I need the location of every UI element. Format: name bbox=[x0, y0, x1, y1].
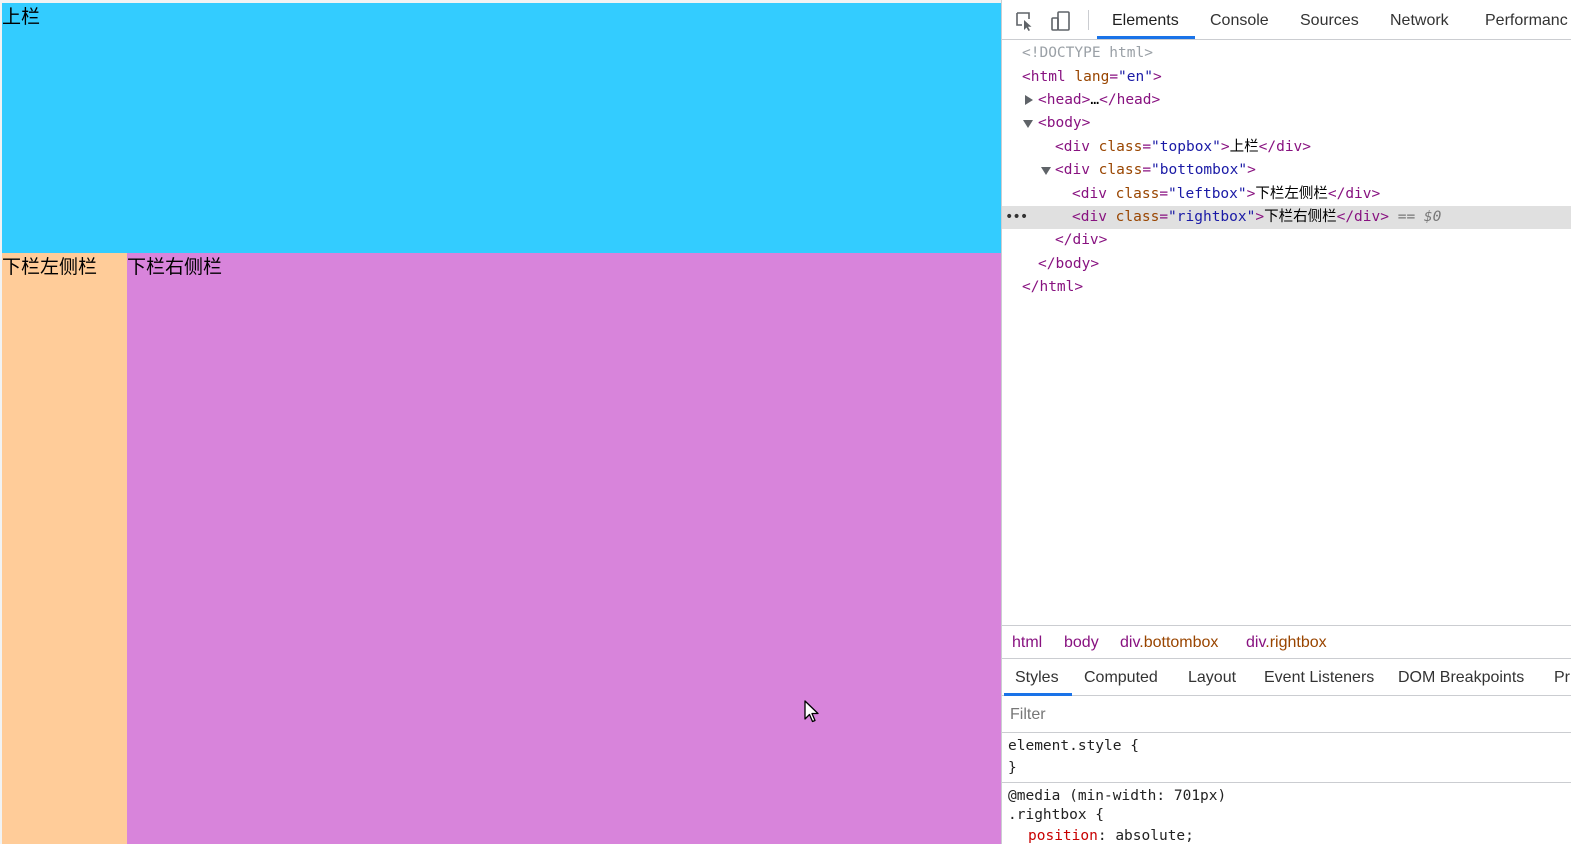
breadcrumb-tag: html bbox=[1012, 634, 1043, 651]
topbox-gt: > bbox=[1220, 139, 1230, 155]
styles-pane: element.style { } @media (min-width: 701… bbox=[1002, 734, 1571, 844]
topbox: 上栏 bbox=[2, 3, 1001, 253]
more-options-icon[interactable]: ••• bbox=[1005, 206, 1028, 229]
tab-properties[interactable]: Pr bbox=[1554, 660, 1570, 696]
leftbox-text: 下栏左侧栏 bbox=[2, 256, 98, 278]
collapse-triangle-icon[interactable] bbox=[1041, 167, 1051, 175]
dom-node-body[interactable]: <body> bbox=[1002, 112, 1571, 135]
leftbox-attr-name: class bbox=[1115, 186, 1160, 202]
leftbox-close-tag: </div> bbox=[1327, 186, 1381, 202]
devtools-panel: Elements Console Sources Network Perform… bbox=[1001, 0, 1571, 844]
doctype-text: <!DOCTYPE html> bbox=[1022, 45, 1153, 61]
dom-node-topbox[interactable]: <div class="topbox">上栏</div> bbox=[1002, 136, 1571, 159]
media-query: @media (min-width: 701px) bbox=[1008, 788, 1227, 804]
page-viewport: 上栏 下栏左侧栏 下栏右侧栏 bbox=[0, 0, 1001, 844]
rightbox-tag: <div bbox=[1072, 209, 1107, 225]
devtools-toolbar: Elements Console Sources Network Perform… bbox=[1002, 0, 1571, 40]
bottombox-attr-value: "bottombox" bbox=[1151, 162, 1248, 178]
tab-computed[interactable]: Computed bbox=[1084, 660, 1158, 696]
filter-input[interactable] bbox=[1010, 703, 1550, 727]
dom-node-html-close[interactable]: </html> bbox=[1002, 276, 1571, 299]
breadcrumb-class: .rightbox bbox=[1265, 634, 1327, 651]
dom-node-head[interactable]: <head>…</head> bbox=[1002, 89, 1571, 112]
tab-styles[interactable]: Styles bbox=[1015, 660, 1059, 696]
topbox-text: 上栏 bbox=[2, 6, 41, 28]
toolbar-separator bbox=[1088, 10, 1089, 30]
element-style-close: } bbox=[1008, 760, 1017, 776]
topbox-tag: <div bbox=[1055, 139, 1090, 155]
breadcrumb-html[interactable]: html bbox=[1012, 626, 1042, 660]
leftbox-attr-value: "leftbox" bbox=[1168, 186, 1247, 202]
dom-node-html[interactable]: <html lang="en"> bbox=[1002, 66, 1571, 89]
bottombox-gt: > bbox=[1247, 162, 1256, 178]
styles-tabbar: Styles Computed Layout Event Listeners D… bbox=[1002, 660, 1571, 696]
breadcrumb-tag: body bbox=[1064, 634, 1099, 651]
tab-performance[interactable]: Performanc bbox=[1485, 0, 1568, 40]
rightbox-attr-name: class bbox=[1115, 209, 1160, 225]
tab-network[interactable]: Network bbox=[1390, 0, 1449, 40]
device-toolbar-icon[interactable] bbox=[1050, 10, 1072, 32]
rightbox-attr-value: "rightbox" bbox=[1168, 209, 1256, 225]
tab-elements[interactable]: Elements bbox=[1112, 0, 1179, 40]
breadcrumb: html body div.bottombox div.rightbox bbox=[1002, 625, 1571, 659]
rightbox-close-tag: </div> bbox=[1336, 209, 1389, 225]
breadcrumb-body[interactable]: body bbox=[1064, 626, 1099, 660]
topbox-attr-value: "topbox" bbox=[1151, 139, 1221, 155]
dom-node-doctype[interactable]: <!DOCTYPE html> bbox=[1002, 42, 1571, 65]
head-open-tag: <head> bbox=[1038, 92, 1091, 108]
inspect-element-icon[interactable] bbox=[1014, 10, 1036, 32]
html-attr-value: "en" bbox=[1118, 69, 1153, 85]
html-close-tag: </html> bbox=[1022, 279, 1084, 295]
bottombox-attr-name: class bbox=[1098, 162, 1143, 178]
leftbox-tag: <div bbox=[1072, 186, 1107, 202]
rule-selector[interactable]: .rightbox { bbox=[1008, 805, 1104, 825]
tab-layout[interactable]: Layout bbox=[1188, 660, 1236, 696]
mouse-cursor-icon bbox=[804, 700, 819, 723]
head-ellipsis[interactable]: … bbox=[1090, 92, 1099, 108]
head-close-tag: </head> bbox=[1099, 92, 1161, 108]
bottombox-tag: <div bbox=[1055, 162, 1090, 178]
rule-divider bbox=[1002, 782, 1571, 783]
breadcrumb-class: .bottombox bbox=[1139, 634, 1219, 651]
dom-node-leftbox[interactable]: <div class="leftbox">下栏左侧栏</div> bbox=[1002, 183, 1571, 206]
css-property-name[interactable]: position bbox=[1028, 828, 1098, 844]
rightbox-gt: > bbox=[1255, 209, 1265, 225]
tab-sources[interactable]: Sources bbox=[1300, 0, 1359, 40]
html-tag-close: > bbox=[1152, 69, 1162, 85]
active-style-tab-indicator bbox=[1004, 693, 1072, 696]
css-declaration[interactable]: position: absolute; bbox=[1028, 826, 1194, 844]
dom-node-bottombox[interactable]: <div class="bottombox"> bbox=[1002, 159, 1571, 182]
leftbox-node-text: 下栏左侧栏 bbox=[1255, 186, 1328, 202]
leftbox: 下栏左侧栏 bbox=[2, 253, 127, 844]
dom-tree: <!DOCTYPE html> <html lang="en"> <head>…… bbox=[1002, 42, 1571, 622]
body-close-tag: </body> bbox=[1038, 256, 1100, 272]
selected-node-marker: == $0 bbox=[1397, 209, 1442, 225]
dom-node-body-close[interactable]: </body> bbox=[1002, 253, 1571, 276]
dom-node-bottombox-close[interactable]: </div> bbox=[1002, 229, 1571, 252]
topbox-close-tag: </div> bbox=[1258, 139, 1312, 155]
element-style-rule[interactable]: element.style { bbox=[1008, 736, 1139, 756]
active-tab-indicator bbox=[1097, 36, 1195, 39]
breadcrumb-tag: div bbox=[1246, 634, 1266, 651]
expand-triangle-icon[interactable] bbox=[1025, 95, 1033, 105]
html-tag: <html bbox=[1022, 69, 1066, 85]
breadcrumb-tag: div bbox=[1120, 634, 1140, 651]
breadcrumb-div-rightbox[interactable]: div.rightbox bbox=[1246, 626, 1327, 660]
tab-dom-breakpoints[interactable]: DOM Breakpoints bbox=[1398, 660, 1524, 696]
body-open-tag: <body> bbox=[1038, 115, 1091, 131]
dom-node-rightbox[interactable]: ••• <div class="rightbox">下栏右侧栏</div> ==… bbox=[1002, 206, 1571, 229]
tab-console[interactable]: Console bbox=[1210, 0, 1269, 40]
collapse-triangle-icon[interactable] bbox=[1023, 120, 1033, 128]
rightbox: 下栏右侧栏 bbox=[127, 253, 1001, 844]
topbox-attr-name: class bbox=[1098, 139, 1143, 155]
rightbox-node-text: 下栏右侧栏 bbox=[1264, 209, 1337, 225]
breadcrumb-div-bottombox[interactable]: div.bottombox bbox=[1120, 626, 1218, 660]
styles-filter-bar bbox=[1002, 697, 1571, 733]
topbox-node-text: 上栏 bbox=[1229, 139, 1259, 155]
div-close-tag: </div> bbox=[1055, 232, 1108, 248]
rightbox-text: 下栏右侧栏 bbox=[127, 256, 223, 278]
tab-event-listeners[interactable]: Event Listeners bbox=[1264, 660, 1374, 696]
css-property-value[interactable]: absolute; bbox=[1115, 828, 1194, 844]
html-attr-name: lang bbox=[1074, 69, 1110, 85]
